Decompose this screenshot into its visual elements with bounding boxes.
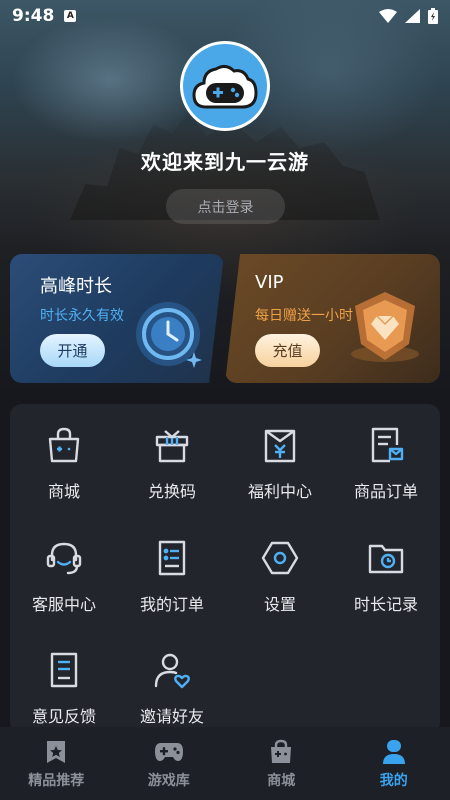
headset-icon	[44, 538, 84, 578]
menu-label: 商城	[47, 482, 80, 501]
gamepad-icon	[154, 739, 184, 765]
status-indicators	[379, 8, 438, 24]
login-button[interactable]: 点击登录	[166, 189, 285, 224]
menu-item-welfare-center[interactable]: 福利中心	[230, 425, 330, 505]
bottom-tab-bar: 精品推荐 游戏库 商城 我的	[0, 727, 450, 800]
menu-item-my-orders[interactable]: 我的订单	[122, 538, 222, 618]
menu-item-settings[interactable]: 设置	[230, 538, 330, 618]
menu-label: 邀请好友	[139, 707, 204, 726]
shop-bag-icon	[266, 739, 296, 765]
tab-game-library[interactable]: 游戏库	[113, 727, 226, 800]
gift-icon	[152, 425, 192, 465]
menu-label: 福利中心	[247, 482, 312, 501]
menu-label: 兑换码	[147, 482, 196, 501]
notification-icon: A	[64, 10, 77, 22]
vip-card[interactable]: VIP 每日赠送一小时 充值	[225, 254, 440, 383]
menu-label: 时长记录	[353, 595, 418, 614]
activate-button[interactable]: 开通	[40, 334, 105, 367]
tab-mine[interactable]: 我的	[338, 727, 450, 800]
menu-label: 意见反馈	[31, 707, 96, 726]
menu-label: 客服中心	[31, 595, 96, 614]
menu-item-mall[interactable]: 商城	[14, 425, 114, 505]
tab-label: 精品推荐	[28, 773, 85, 789]
document-list-icon	[152, 538, 192, 578]
settings-hexagon-icon	[260, 538, 300, 578]
avatar[interactable]	[180, 41, 270, 131]
tab-featured[interactable]: 精品推荐	[0, 727, 113, 800]
invite-user-icon	[152, 650, 192, 690]
cloud-gamepad-logo	[183, 44, 267, 128]
star-bookmark-icon	[41, 739, 71, 765]
peak-card-subtitle: 时长永久有效	[40, 308, 124, 324]
menu-item-redeem-code[interactable]: 兑换码	[122, 425, 222, 505]
vip-card-title: VIP	[255, 272, 284, 293]
menu-item-invite-friends[interactable]: 邀请好友	[122, 650, 222, 730]
welcome-title: 欢迎来到九一云游	[141, 150, 309, 174]
peak-card-title: 高峰时长	[40, 276, 112, 297]
cloud-gamepad-icon	[192, 64, 258, 109]
recharge-button[interactable]: 充值	[255, 334, 320, 367]
status-time: 9:48	[12, 6, 55, 26]
tab-label: 游戏库	[147, 773, 190, 789]
menu-label: 商品订单	[353, 482, 418, 501]
menu-item-customer-service[interactable]: 客服中心	[14, 538, 114, 618]
menu-label: 我的订单	[139, 595, 204, 614]
menu-item-feedback[interactable]: 意见反馈	[14, 650, 114, 730]
tab-mall[interactable]: 商城	[225, 727, 338, 800]
menu-item-product-orders[interactable]: 商品订单	[336, 425, 436, 505]
menu-label: 设置	[263, 595, 296, 614]
feedback-icon	[44, 650, 84, 690]
menu-item-time-records[interactable]: 时长记录	[336, 538, 436, 618]
tab-label: 商城	[267, 773, 296, 789]
function-menu: 商城 兑换码 福利中心 商品订单 客服中心 我的订单 设置 时长记录 意见反馈 …	[10, 404, 440, 734]
welfare-icon	[260, 425, 300, 465]
signal-icon	[405, 9, 420, 23]
vip-card-subtitle: 每日赠送一小时	[255, 308, 353, 324]
clock-decoration-icon	[136, 302, 202, 368]
status-bar: 9:48 A	[0, 0, 450, 32]
battery-icon	[428, 8, 438, 24]
peak-time-card[interactable]: 高峰时长 时长永久有效 开通	[10, 254, 224, 383]
tab-label: 我的	[379, 773, 408, 789]
time-folder-icon	[366, 538, 406, 578]
order-receipt-icon	[366, 425, 406, 465]
gem-shield-decoration-icon	[351, 292, 419, 362]
shopping-bag-icon	[44, 425, 84, 465]
user-icon	[379, 739, 409, 765]
wifi-icon	[379, 9, 397, 23]
